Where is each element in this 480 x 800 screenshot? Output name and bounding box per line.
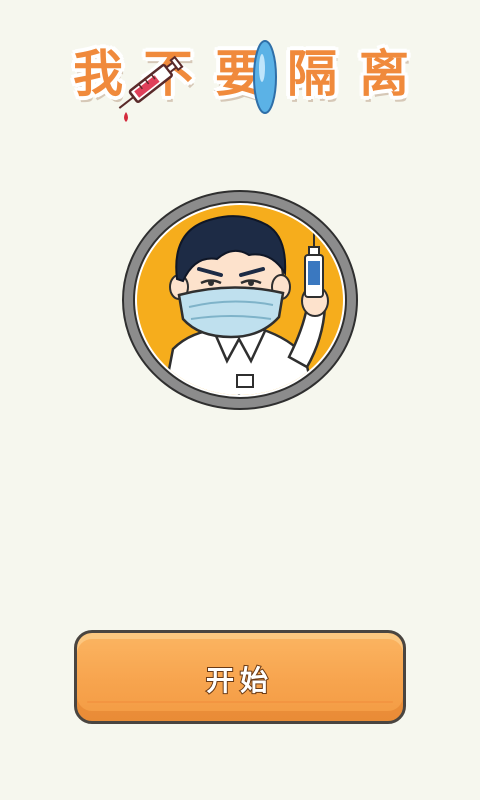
- game-start-screen: 我 不 要 隔 离: [0, 0, 480, 800]
- start-button[interactable]: 开始: [74, 630, 406, 724]
- syringe-icon: [118, 55, 184, 122]
- doctor-avatar: [122, 190, 358, 410]
- title-char-5: 离: [358, 44, 410, 104]
- title-char-4: 隔: [286, 44, 338, 104]
- start-button-label: 开始: [205, 663, 274, 698]
- capsule-icon: [253, 40, 277, 114]
- game-title: 我 不 要 隔 离: [64, 36, 420, 126]
